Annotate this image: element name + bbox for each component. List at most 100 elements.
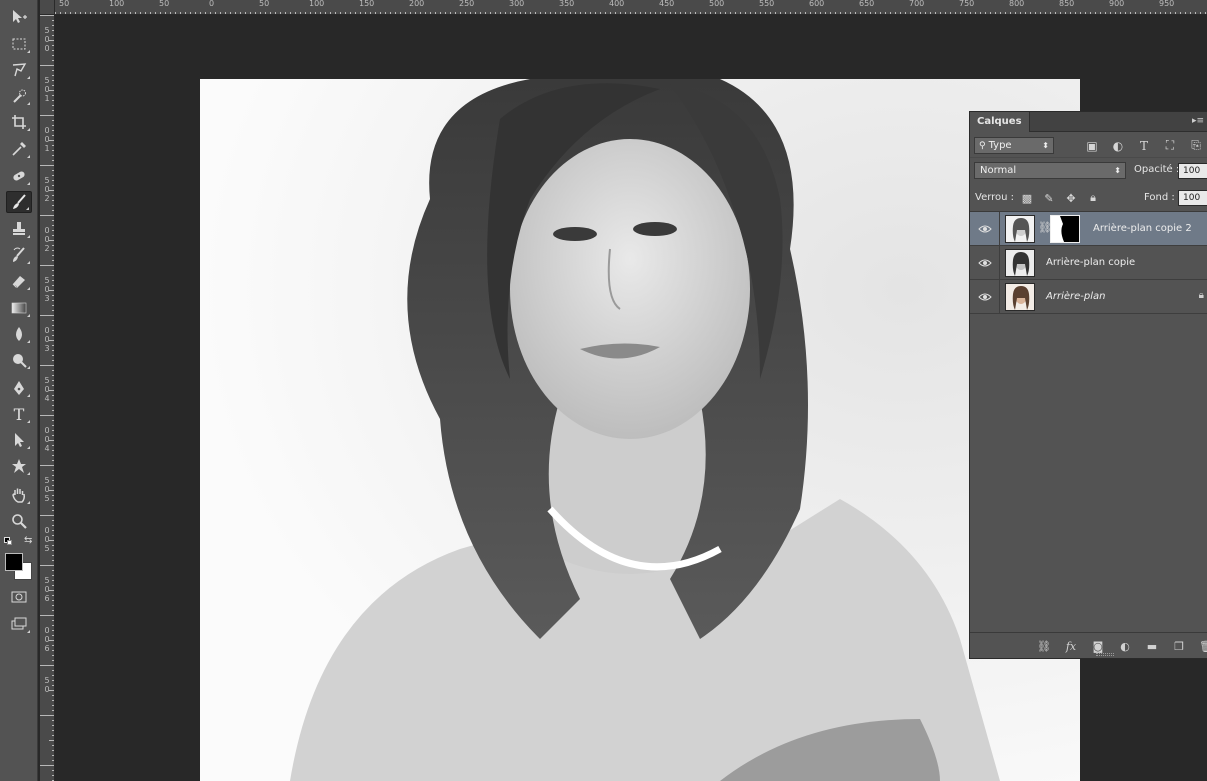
layer-thumbnail[interactable] (1005, 249, 1035, 277)
layers-panel-tabbar: Calques ▸≡ (970, 112, 1207, 132)
visibility-eye-icon[interactable] (970, 280, 1000, 314)
fx-icon[interactable]: fx (1063, 638, 1079, 654)
pixel-filter-icon[interactable]: ▣ (1084, 138, 1100, 153)
ruler-label: 300 (509, 0, 525, 8)
default-colors-icon[interactable] (4, 537, 12, 545)
link-layers-icon[interactable]: ⛓ (1036, 638, 1052, 654)
marquee-tool[interactable] (6, 33, 32, 55)
dodge-tool[interactable] (6, 349, 32, 371)
blend-mode-select[interactable]: Normal ⬍ (974, 162, 1126, 179)
brush-tool[interactable] (6, 191, 32, 213)
ruler-origin[interactable] (40, 0, 55, 15)
ruler-label: 0 (44, 135, 50, 144)
ruler-label: 5 (44, 576, 50, 585)
move-tool[interactable] (6, 6, 32, 28)
delete-layer-icon[interactable]: 🗑︎ (1198, 638, 1207, 654)
visibility-eye-icon[interactable] (970, 212, 1000, 246)
ruler-label: 450 (659, 0, 675, 8)
healing-tool[interactable] (6, 165, 32, 187)
lock-image-icon[interactable]: ✎ (1042, 191, 1056, 205)
layer-row[interactable]: ⛓ Arrière-plan copie 2 (970, 212, 1207, 246)
ruler-label: 700 (909, 0, 925, 8)
hand-tool[interactable] (6, 484, 32, 506)
blend-mode-value: Normal (980, 165, 1017, 176)
eyedropper-tool[interactable] (6, 138, 32, 160)
ruler-label: 5 (44, 376, 50, 385)
type-filter-icon[interactable]: T (1136, 138, 1152, 153)
tab-layers[interactable]: Calques (970, 112, 1030, 132)
lock-label: Verrou : (975, 192, 1015, 203)
crop-icon (12, 115, 26, 129)
ruler-label: 0 (44, 326, 50, 335)
ruler-label: 600 (809, 0, 825, 8)
blur-tool[interactable] (6, 323, 32, 345)
lock-row: Verrou : ▩ ✎ ✥ 🔒︎ Fond : 100 % (970, 184, 1207, 212)
path-selection-tool[interactable] (6, 429, 32, 451)
eraser-icon (12, 276, 25, 288)
fill-label: Fond : (1144, 192, 1175, 203)
eraser-tool[interactable] (6, 270, 32, 292)
lock-all-icon[interactable]: 🔒︎ (1086, 191, 1100, 205)
panel-menu-icon[interactable]: ▸≡ (1192, 116, 1204, 126)
gradient-tool[interactable] (6, 297, 32, 319)
layer-thumbnail[interactable] (1005, 215, 1035, 243)
lock-icons: ▩ ✎ ✥ 🔒︎ (1020, 191, 1100, 205)
quick-select-icon (13, 89, 26, 103)
adjustment-layer-icon[interactable]: ◐ (1117, 638, 1133, 654)
lasso-tool[interactable] (6, 59, 32, 81)
search-icon: ⚲ (979, 141, 986, 151)
opacity-field[interactable]: 100 % (1178, 163, 1207, 179)
vertical-ruler: 5005010015020025030035040045050055060065… (40, 15, 55, 781)
shape-filter-icon[interactable]: ⛶ (1162, 138, 1178, 153)
tools-panel: T ⇆ (0, 0, 38, 781)
ruler-label: 950 (1159, 0, 1175, 8)
screen-mode-button[interactable] (6, 613, 32, 635)
ruler-label: 6 (44, 594, 50, 603)
healing-brush-icon (13, 171, 25, 181)
adjustment-filter-icon[interactable]: ◐ (1110, 138, 1126, 153)
quick-select-tool[interactable] (6, 85, 32, 107)
lock-position-icon[interactable]: ✥ (1064, 191, 1078, 205)
ruler-label: 50 (259, 0, 270, 8)
history-brush-tool[interactable] (6, 244, 32, 266)
swap-colors-icon[interactable]: ⇆ (24, 535, 32, 546)
clone-stamp-tool[interactable] (6, 218, 32, 240)
ruler-label: 0 (44, 685, 50, 694)
quick-mask-button[interactable] (6, 586, 32, 608)
layer-thumbnail[interactable] (1005, 283, 1035, 311)
crop-tool[interactable] (6, 111, 32, 133)
document-canvas[interactable] (200, 79, 1080, 781)
ruler-label: 0 (44, 426, 50, 435)
lock-transparent-icon[interactable]: ▩ (1020, 191, 1034, 205)
smart-object-filter-icon[interactable]: ⎘ (1188, 138, 1204, 153)
ruler-label: 5 (44, 544, 50, 553)
add-mask-icon[interactable]: ◙ (1090, 638, 1106, 654)
pen-tool[interactable] (6, 377, 32, 399)
new-group-icon[interactable]: ▬ (1144, 638, 1160, 654)
ruler-label: 900 (1109, 0, 1125, 8)
layer-lock-icon: 🔒︎ (1198, 290, 1204, 301)
ruler-label: 750 (959, 0, 975, 8)
custom-shape-tool[interactable] (6, 455, 32, 477)
ruler-label: 5 (44, 676, 50, 685)
blend-row: Normal ⬍ Opacité : 100 % (970, 158, 1207, 184)
visibility-eye-icon[interactable] (970, 246, 1000, 280)
layer-row[interactable]: Arrière-plan 🔒︎ (970, 280, 1207, 314)
ruler-label: 0 (44, 435, 50, 444)
ruler-label: 0 (44, 126, 50, 135)
kind-filter-select[interactable]: ⚲ Type ⬍ (974, 137, 1054, 154)
new-layer-icon[interactable]: ❐ (1171, 638, 1187, 654)
type-tool[interactable]: T (6, 403, 32, 425)
resize-grip[interactable] (1096, 653, 1114, 656)
ruler-label: 0 (44, 635, 50, 644)
ruler-label: 3 (44, 344, 50, 353)
blur-icon (16, 327, 22, 341)
layer-mask-thumbnail[interactable] (1050, 215, 1080, 243)
horizontal-ruler: 50 100 50 0 50 100 150 200 250 300 350 400 450 500 550… (40, 0, 1207, 15)
ruler-label: 0 (44, 185, 50, 194)
quick-mask-icon (11, 591, 27, 603)
foreground-color-swatch[interactable] (5, 553, 23, 571)
zoom-tool[interactable] (6, 510, 32, 532)
layer-row[interactable]: Arrière-plan copie (970, 246, 1207, 280)
fill-field[interactable]: 100 % (1178, 190, 1207, 206)
